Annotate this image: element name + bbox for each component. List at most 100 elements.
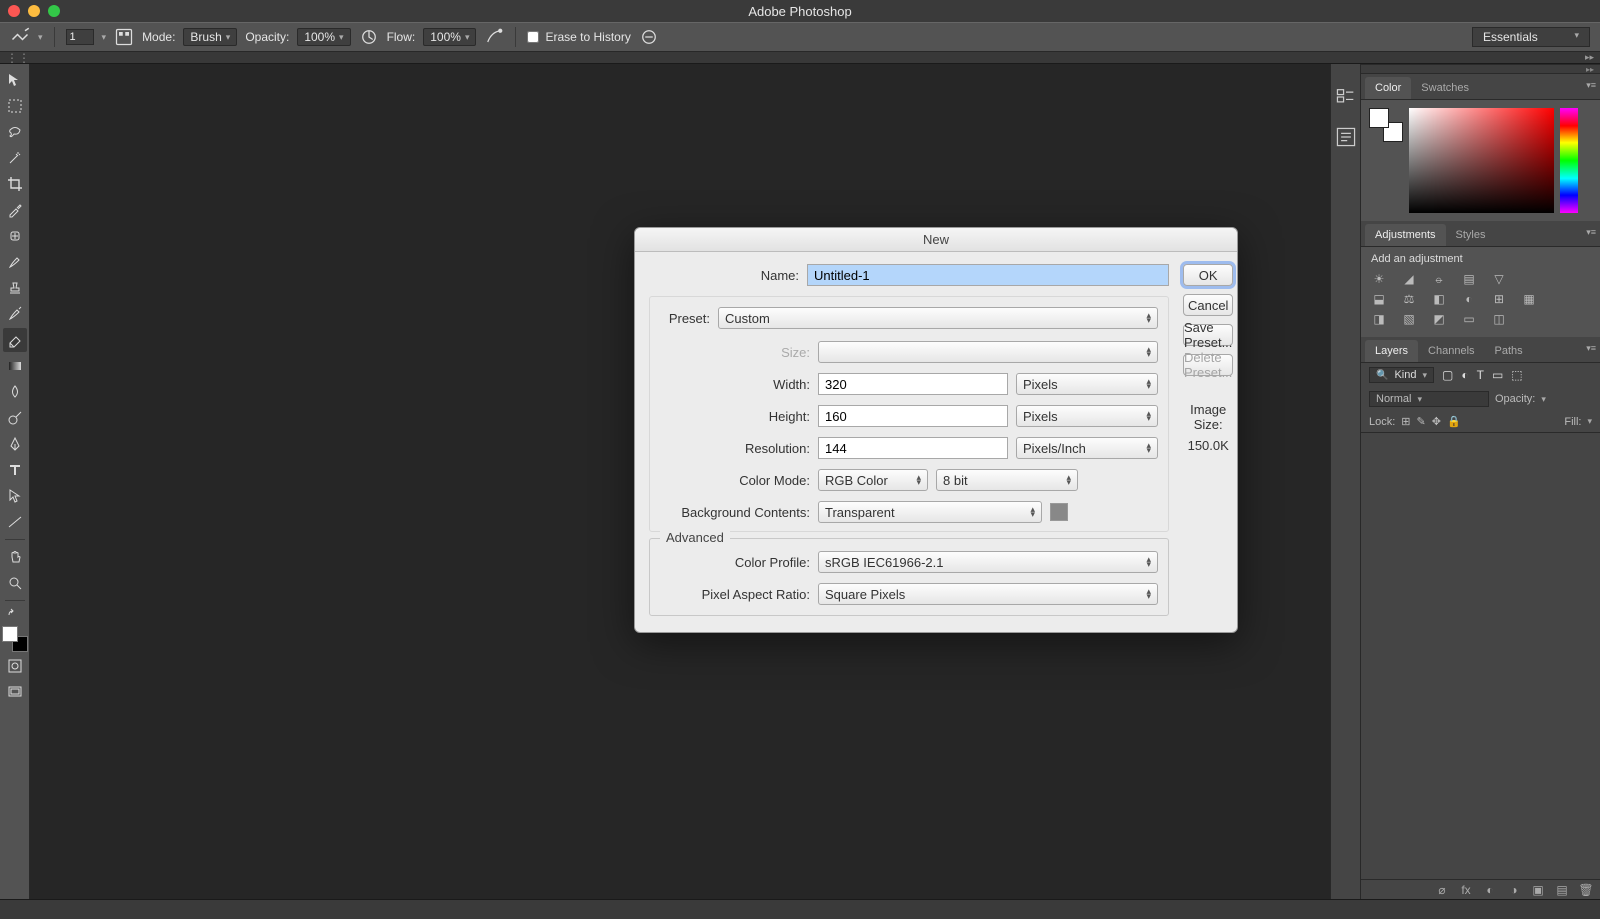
collapse-icon[interactable]: ▸▸ xyxy=(1585,52,1594,63)
group-icon[interactable]: ▣ xyxy=(1530,882,1546,898)
hue-slider[interactable] xyxy=(1560,108,1578,213)
lock-all-icon[interactable]: 🔒 xyxy=(1447,415,1461,428)
stamp-tool[interactable] xyxy=(3,276,27,300)
foreground-color-swatch[interactable] xyxy=(2,626,18,642)
filter-type-icon[interactable]: T xyxy=(1477,368,1484,382)
filter-image-icon[interactable]: ▢ xyxy=(1442,368,1453,382)
par-dropdown[interactable]: Square Pixels ▴▾ xyxy=(818,583,1158,605)
gradient-tool[interactable] xyxy=(3,354,27,378)
airbrush-icon[interactable] xyxy=(484,27,504,47)
pressure-opacity-icon[interactable] xyxy=(359,27,379,47)
color-field[interactable] xyxy=(1409,108,1554,213)
mixer-icon[interactable]: ⊞ xyxy=(1491,291,1507,307)
resolution-input[interactable] xyxy=(818,437,1008,459)
eraser-tool[interactable] xyxy=(3,328,27,352)
pen-tool[interactable] xyxy=(3,432,27,456)
lock-trans-icon[interactable]: ⊞ xyxy=(1401,415,1410,428)
colorprofile-dropdown[interactable]: sRGB IEC61966-2.1 ▴▾ xyxy=(818,551,1158,573)
pressure-size-icon[interactable] xyxy=(639,27,659,47)
type-tool[interactable] xyxy=(3,458,27,482)
mode-dropdown[interactable]: Brush ▾ xyxy=(183,28,237,46)
brush-tool[interactable] xyxy=(3,250,27,274)
mask-icon[interactable]: ◐ xyxy=(1482,882,1498,898)
levels-icon[interactable]: ◢ xyxy=(1401,271,1417,287)
quickmask-tool[interactable] xyxy=(3,654,27,678)
panel-menu-icon[interactable]: ▾≡ xyxy=(1586,343,1596,354)
layers-list[interactable]: ⌀ fx ◐ ◑ ▣ ▤ 🗑 xyxy=(1361,432,1600,899)
name-input[interactable] xyxy=(807,264,1169,286)
tab-styles[interactable]: Styles xyxy=(1446,224,1496,246)
chevron-down-icon[interactable]: ▾ xyxy=(38,32,43,43)
brush-panel-icon[interactable] xyxy=(114,27,134,47)
width-unit-dropdown[interactable]: Pixels ▴▾ xyxy=(1016,373,1158,395)
fx-icon[interactable]: fx xyxy=(1458,882,1474,898)
blendmode-dropdown[interactable]: Normal ▾ xyxy=(1369,391,1489,407)
bgcolor-swatch[interactable] xyxy=(1050,503,1068,521)
magic-wand-tool[interactable] xyxy=(3,146,27,170)
blur-tool[interactable] xyxy=(3,380,27,404)
threshold-icon[interactable]: ◩ xyxy=(1431,311,1447,327)
save-preset-button[interactable]: Save Preset... xyxy=(1183,324,1233,346)
balance-icon[interactable]: ⚖ xyxy=(1401,291,1417,307)
flow-dropdown[interactable]: 100% ▾ xyxy=(423,28,476,46)
tool-preset-icon[interactable] xyxy=(10,27,30,47)
height-unit-dropdown[interactable]: Pixels ▴▾ xyxy=(1016,405,1158,427)
invert-icon[interactable]: ◨ xyxy=(1371,311,1387,327)
exposure-icon[interactable]: ▤ xyxy=(1461,271,1477,287)
hue-icon[interactable]: ⬓ xyxy=(1371,291,1387,307)
tab-swatches[interactable]: Swatches xyxy=(1411,77,1479,99)
fill-chevron[interactable]: ▾ xyxy=(1587,416,1592,427)
opacity-chevron[interactable]: ▾ xyxy=(1541,394,1546,405)
filter-shape-icon[interactable]: ▭ xyxy=(1492,368,1503,382)
lock-paint-icon[interactable]: ✎ xyxy=(1417,415,1426,428)
shape-tool[interactable] xyxy=(3,510,27,534)
opacity-dropdown[interactable]: 100% ▾ xyxy=(297,28,350,46)
workspace-dropdown[interactable]: Essentials ▾ xyxy=(1472,27,1590,47)
panel-menu-icon[interactable]: ▾≡ xyxy=(1586,227,1596,238)
dodge-tool[interactable] xyxy=(3,406,27,430)
trash-icon[interactable]: 🗑 xyxy=(1578,882,1594,898)
bw-icon[interactable]: ◧ xyxy=(1431,291,1447,307)
photofilter-icon[interactable]: ◐ xyxy=(1461,291,1477,307)
healing-tool[interactable] xyxy=(3,224,27,248)
brush-size-input[interactable] xyxy=(66,29,94,45)
colormode-dropdown[interactable]: RGB Color ▴▾ xyxy=(818,469,928,491)
vibrance-icon[interactable]: ▽ xyxy=(1491,271,1507,287)
gradientmap-icon[interactable]: ▭ xyxy=(1461,311,1477,327)
path-select-tool[interactable] xyxy=(3,484,27,508)
lut-icon[interactable]: ▦ xyxy=(1521,291,1537,307)
newlayer-icon[interactable]: ▤ xyxy=(1554,882,1570,898)
color-fb-swatches[interactable] xyxy=(1369,108,1403,142)
history-panel-icon[interactable] xyxy=(1335,86,1357,108)
panel-collapse-strip[interactable]: ▸▸ xyxy=(1361,64,1600,74)
erase-checkbox-input[interactable] xyxy=(527,31,539,43)
bgcontents-dropdown[interactable]: Transparent ▴▾ xyxy=(818,501,1042,523)
cancel-button[interactable]: Cancel xyxy=(1183,294,1233,316)
tab-adjustments[interactable]: Adjustments xyxy=(1365,224,1446,246)
posterize-icon[interactable]: ▧ xyxy=(1401,311,1417,327)
canvas-area[interactable]: New Name: Preset: Custom ▴▾ xyxy=(30,64,1330,899)
tab-channels[interactable]: Channels xyxy=(1418,340,1484,362)
selective-icon[interactable]: ◫ xyxy=(1491,311,1507,327)
curves-icon[interactable]: ⦵ xyxy=(1431,271,1447,287)
screenmode-tool[interactable] xyxy=(3,680,27,704)
swap-colors-icon[interactable] xyxy=(3,606,27,620)
foreground-background-swatches[interactable] xyxy=(2,626,28,652)
hand-tool[interactable] xyxy=(3,545,27,569)
ok-button[interactable]: OK xyxy=(1183,264,1233,286)
history-brush-tool[interactable] xyxy=(3,302,27,326)
link-layers-icon[interactable]: ⌀ xyxy=(1434,882,1450,898)
chevron-down-icon[interactable]: ▾ xyxy=(102,32,107,43)
lock-pos-icon[interactable]: ✥ xyxy=(1432,415,1441,428)
filter-adj-icon[interactable]: ◐ xyxy=(1461,368,1468,382)
eyedropper-tool[interactable] xyxy=(3,198,27,222)
filter-smart-icon[interactable]: ⬚ xyxy=(1511,368,1522,382)
zoom-tool[interactable] xyxy=(3,571,27,595)
adjlayer-icon[interactable]: ◑ xyxy=(1506,882,1522,898)
tab-paths[interactable]: Paths xyxy=(1485,340,1533,362)
erase-to-history-checkbox[interactable]: Erase to History xyxy=(527,30,630,44)
lasso-tool[interactable] xyxy=(3,120,27,144)
fg-swatch[interactable] xyxy=(1369,108,1389,128)
crop-tool[interactable] xyxy=(3,172,27,196)
layer-filter-dropdown[interactable]: 🔍 Kind ▾ xyxy=(1369,367,1434,383)
